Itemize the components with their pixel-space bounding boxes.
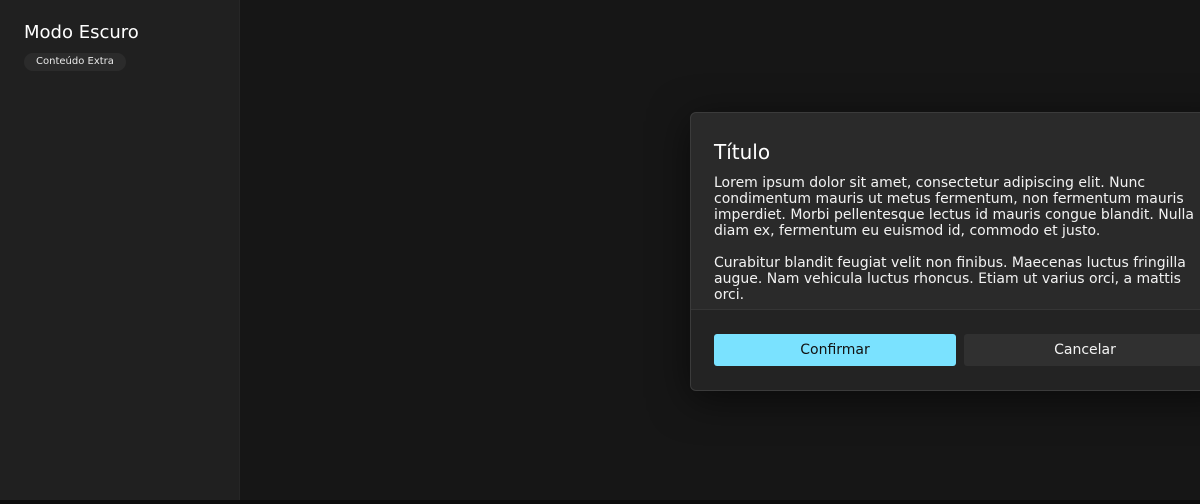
sidebar: Modo Escuro Conteúdo Extra (0, 0, 240, 500)
confirm-button[interactable]: Confirmar (714, 334, 956, 366)
app-title: Modo Escuro (24, 22, 139, 43)
dialog-paragraph: Lorem ipsum dolor sit amet, consectetur … (714, 175, 1194, 239)
dialog: Título Lorem ipsum dolor sit amet, conse… (690, 112, 1200, 391)
dialog-footer: Confirmar Cancelar (691, 309, 1200, 390)
extra-content-badge[interactable]: Conteúdo Extra (24, 53, 126, 71)
dialog-body: Título Lorem ipsum dolor sit amet, conse… (691, 113, 1200, 310)
app-window: Modo Escuro Conteúdo Extra Título Lorem … (0, 0, 1200, 504)
dialog-title: Título (714, 140, 771, 164)
window-bottom-edge (0, 500, 1200, 504)
dialog-paragraph: Curabitur blandit feugiat velit non fini… (714, 255, 1186, 303)
cancel-button[interactable]: Cancelar (964, 334, 1200, 366)
main-overlay-area: Título Lorem ipsum dolor sit amet, conse… (240, 0, 1200, 500)
